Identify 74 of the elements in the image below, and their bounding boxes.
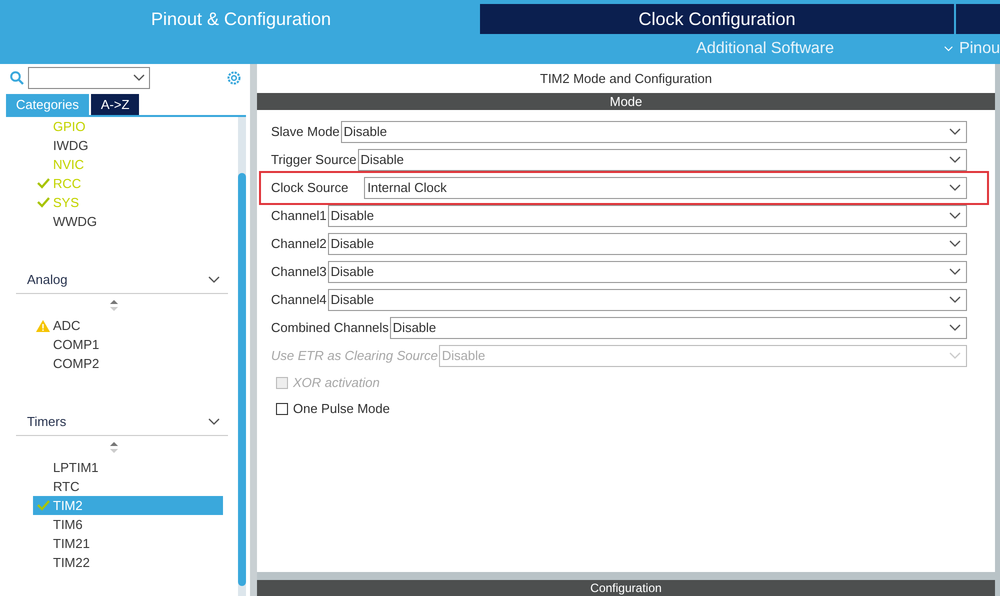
sidebar-item[interactable]: RTC <box>33 477 223 496</box>
sidebar-item[interactable]: TIM22 <box>33 553 223 572</box>
select-field[interactable]: Disable <box>390 317 967 339</box>
chevron-icon <box>133 74 145 82</box>
select-field[interactable]: Disable <box>358 149 967 171</box>
field-label: Trigger Source <box>271 151 356 170</box>
item-label: COMP1 <box>53 336 100 354</box>
item-label: GPIO <box>53 118 86 136</box>
check-icon <box>36 197 50 208</box>
chevron-icon <box>208 276 220 284</box>
checkbox[interactable] <box>276 403 288 415</box>
field-label: Channel2 <box>271 235 327 254</box>
chevron-icon <box>208 418 220 426</box>
sidebar-item[interactable]: COMP2 <box>33 354 223 373</box>
chevron-icon <box>949 352 961 360</box>
chevron-icon <box>944 45 954 53</box>
item-label: TIM22 <box>53 554 90 572</box>
sidebar-item[interactable]: LPTIM1 <box>33 458 223 477</box>
chevron-icon <box>949 240 961 248</box>
item-label: RTC <box>53 478 80 496</box>
item-label: IWDG <box>53 136 88 155</box>
select-field[interactable]: Disable <box>340 121 967 143</box>
field-label: Channel1 <box>271 207 327 226</box>
sidebar-item[interactable]: TIM21 <box>33 534 223 553</box>
group-title[interactable]: Timers <box>27 412 66 432</box>
field-label: Combined Channels <box>271 319 389 338</box>
field-label: Use ETR as Clearing Source <box>271 347 438 366</box>
chevron-icon <box>949 128 961 136</box>
chevron-icon <box>949 324 961 332</box>
chevron-icon <box>949 184 961 192</box>
sidebar-item[interactable]: ADC <box>33 316 223 335</box>
item-label: NVIC <box>53 156 84 174</box>
header-tab[interactable]: Clock Configuration <box>480 4 954 34</box>
item-label: TIM6 <box>53 516 83 534</box>
settings-icon[interactable] <box>226 70 242 86</box>
search-icon[interactable] <box>10 71 24 85</box>
item-label: ADC <box>53 316 80 335</box>
sort-icon[interactable] <box>110 300 118 310</box>
select-field[interactable]: Internal Clock <box>364 177 967 199</box>
sidebar-item[interactable]: COMP1 <box>33 335 223 354</box>
checkbox-label: One Pulse Mode <box>293 400 390 418</box>
section-bar: Configuration <box>257 580 995 596</box>
select-field[interactable]: Disable <box>328 289 967 311</box>
item-label: WWDG <box>53 212 98 231</box>
item-label: TIM2 <box>53 496 83 515</box>
item-label: COMP2 <box>53 354 100 373</box>
check-icon <box>36 500 50 511</box>
chevron-icon <box>949 268 961 276</box>
item-label: TIM21 <box>53 534 90 553</box>
check-icon <box>36 178 50 189</box>
sidebar-item[interactable]: WWDG <box>33 212 223 231</box>
chevron-icon <box>949 212 961 220</box>
select-field[interactable]: Disable <box>328 233 967 255</box>
sidebar-item[interactable]: TIM6 <box>33 515 223 534</box>
item-label: LPTIM1 <box>53 458 99 477</box>
panel-title: TIM2 Mode and Configuration <box>539 70 713 88</box>
item-label: RCC <box>53 174 82 193</box>
select-field[interactable]: Disable <box>328 205 967 227</box>
group-title[interactable]: Analog <box>27 270 68 290</box>
warning-icon <box>36 320 50 332</box>
sort-icon[interactable] <box>110 442 118 452</box>
chevron-icon <box>949 156 961 164</box>
field-label: Clock Source <box>271 179 348 198</box>
field-label: Channel4 <box>271 291 327 310</box>
chevron-icon <box>949 296 961 304</box>
section-bar: Mode <box>257 93 995 110</box>
item-label: SYS <box>53 194 80 212</box>
sidebar-item[interactable]: IWDG <box>33 136 223 155</box>
field-label: Channel3 <box>271 263 327 282</box>
search-dropdown[interactable] <box>28 67 150 89</box>
select-field[interactable]: Disable <box>328 261 967 283</box>
sidebar-tab[interactable]: A->Z <box>90 94 140 115</box>
field-label: Slave Mode <box>271 123 340 142</box>
checkbox-label: XOR activation <box>293 374 380 392</box>
